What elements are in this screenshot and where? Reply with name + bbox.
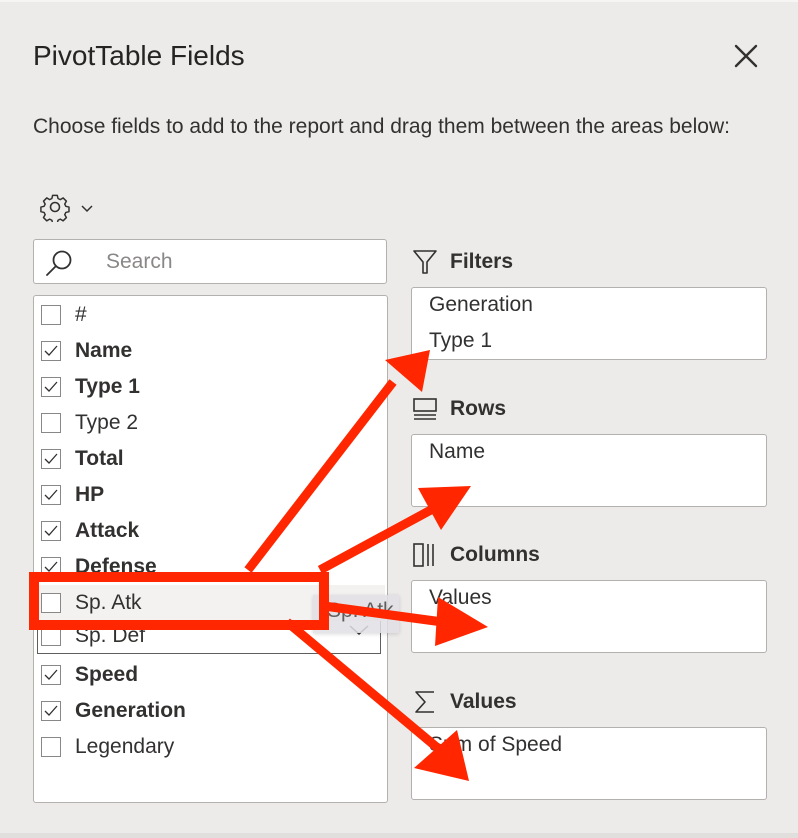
field-label: # bbox=[75, 303, 87, 326]
filter-icon bbox=[413, 250, 437, 274]
field-item-name[interactable]: Name bbox=[40, 334, 380, 368]
drag-ghost: Sp. Atk bbox=[313, 595, 399, 633]
field-item-legendary[interactable]: Legendary bbox=[40, 730, 380, 764]
values-drop-zone[interactable]: Sum of Speed bbox=[411, 727, 767, 800]
gear-icon bbox=[40, 194, 70, 222]
columns-icon bbox=[413, 543, 434, 567]
close-button[interactable] bbox=[733, 43, 759, 69]
checkmark-icon bbox=[44, 453, 58, 464]
field-item-type-2[interactable]: Type 2 bbox=[40, 406, 380, 440]
checkmark-icon bbox=[44, 525, 58, 536]
values-item[interactable]: Sum of Speed bbox=[429, 733, 562, 757]
bottom-edge bbox=[0, 833, 798, 838]
filters-item[interactable]: Type 1 bbox=[429, 329, 492, 353]
field-label: Defense bbox=[75, 555, 157, 578]
rows-drop-zone[interactable]: Name bbox=[411, 434, 767, 507]
checkmark-icon bbox=[44, 489, 58, 500]
field-label: Type 1 bbox=[75, 375, 140, 398]
rows-item[interactable]: Name bbox=[429, 440, 485, 464]
field-label: Legendary bbox=[75, 735, 175, 758]
rows-icon bbox=[413, 398, 437, 420]
checkmark-icon bbox=[44, 381, 58, 392]
field-settings-button[interactable] bbox=[40, 192, 100, 222]
checkbox-checked[interactable] bbox=[41, 341, 61, 361]
sigma-icon bbox=[415, 691, 434, 713]
field-label: Generation bbox=[75, 699, 186, 722]
checkmark-icon bbox=[44, 669, 58, 680]
field-label: Attack bbox=[75, 519, 140, 542]
rows-area-header: Rows bbox=[412, 394, 506, 424]
checkbox-unchecked[interactable] bbox=[41, 593, 61, 613]
drag-ghost-label: Sp. Atk bbox=[327, 599, 394, 622]
field-item-defense[interactable]: Defense bbox=[40, 550, 380, 584]
field-label: Type 2 bbox=[75, 411, 139, 434]
checkmark-icon bbox=[44, 705, 58, 716]
checkbox-unchecked[interactable] bbox=[41, 413, 61, 433]
checkbox-checked[interactable] bbox=[41, 449, 61, 469]
columns-area-header: Columns bbox=[412, 540, 540, 570]
field-item-number[interactable]: # bbox=[40, 298, 380, 332]
field-list[interactable]: # Name Type 1 Type 2 Total HP Attack Def… bbox=[33, 295, 388, 803]
filters-drop-zone[interactable]: Generation Type 1 bbox=[411, 287, 767, 360]
field-item-total[interactable]: Total bbox=[40, 442, 380, 476]
panel-title: PivotTable Fields bbox=[33, 40, 245, 71]
columns-drop-zone[interactable]: Values bbox=[411, 580, 767, 653]
checkbox-unchecked[interactable] bbox=[41, 737, 61, 757]
rows-label: Rows bbox=[450, 397, 507, 420]
field-label: HP bbox=[75, 483, 105, 506]
field-item-generation[interactable]: Generation bbox=[40, 694, 380, 728]
field-label: Name bbox=[75, 339, 133, 362]
checkbox-checked[interactable] bbox=[41, 557, 61, 577]
values-area-header: Values bbox=[412, 687, 517, 717]
checkbox-unchecked[interactable] bbox=[41, 305, 61, 325]
checkbox-checked[interactable] bbox=[41, 377, 61, 397]
checkbox-checked[interactable] bbox=[41, 701, 61, 721]
field-item-type-1[interactable]: Type 1 bbox=[40, 370, 380, 404]
checkmark-icon bbox=[44, 561, 58, 572]
columns-item[interactable]: Values bbox=[429, 586, 492, 610]
filters-area-header: Filters bbox=[412, 247, 513, 277]
checkmark-icon bbox=[44, 345, 58, 356]
search-icon bbox=[46, 250, 72, 276]
field-label: Total bbox=[75, 447, 124, 470]
close-icon bbox=[734, 44, 758, 68]
filters-item[interactable]: Generation bbox=[429, 293, 533, 317]
field-item-attack[interactable]: Attack bbox=[40, 514, 380, 548]
filters-label: Filters bbox=[450, 250, 514, 273]
values-label: Values bbox=[450, 690, 517, 713]
panel-description: Choose fields to add to the report and d… bbox=[33, 115, 730, 138]
checkbox-checked[interactable] bbox=[41, 665, 61, 685]
field-label: Sp. Def bbox=[75, 624, 146, 647]
field-label: Speed bbox=[75, 663, 139, 686]
columns-label: Columns bbox=[450, 543, 540, 566]
top-edge bbox=[0, 0, 798, 2]
chevron-down-icon bbox=[81, 205, 93, 213]
checkbox-checked[interactable] bbox=[41, 521, 61, 541]
search-input[interactable] bbox=[104, 246, 378, 278]
checkbox-unchecked[interactable] bbox=[41, 626, 61, 646]
field-item-hp[interactable]: HP bbox=[40, 478, 380, 512]
checkbox-checked[interactable] bbox=[41, 485, 61, 505]
field-label: Sp. Atk bbox=[75, 591, 142, 614]
field-search-box[interactable] bbox=[33, 239, 387, 284]
field-item-speed[interactable]: Speed bbox=[40, 658, 380, 692]
